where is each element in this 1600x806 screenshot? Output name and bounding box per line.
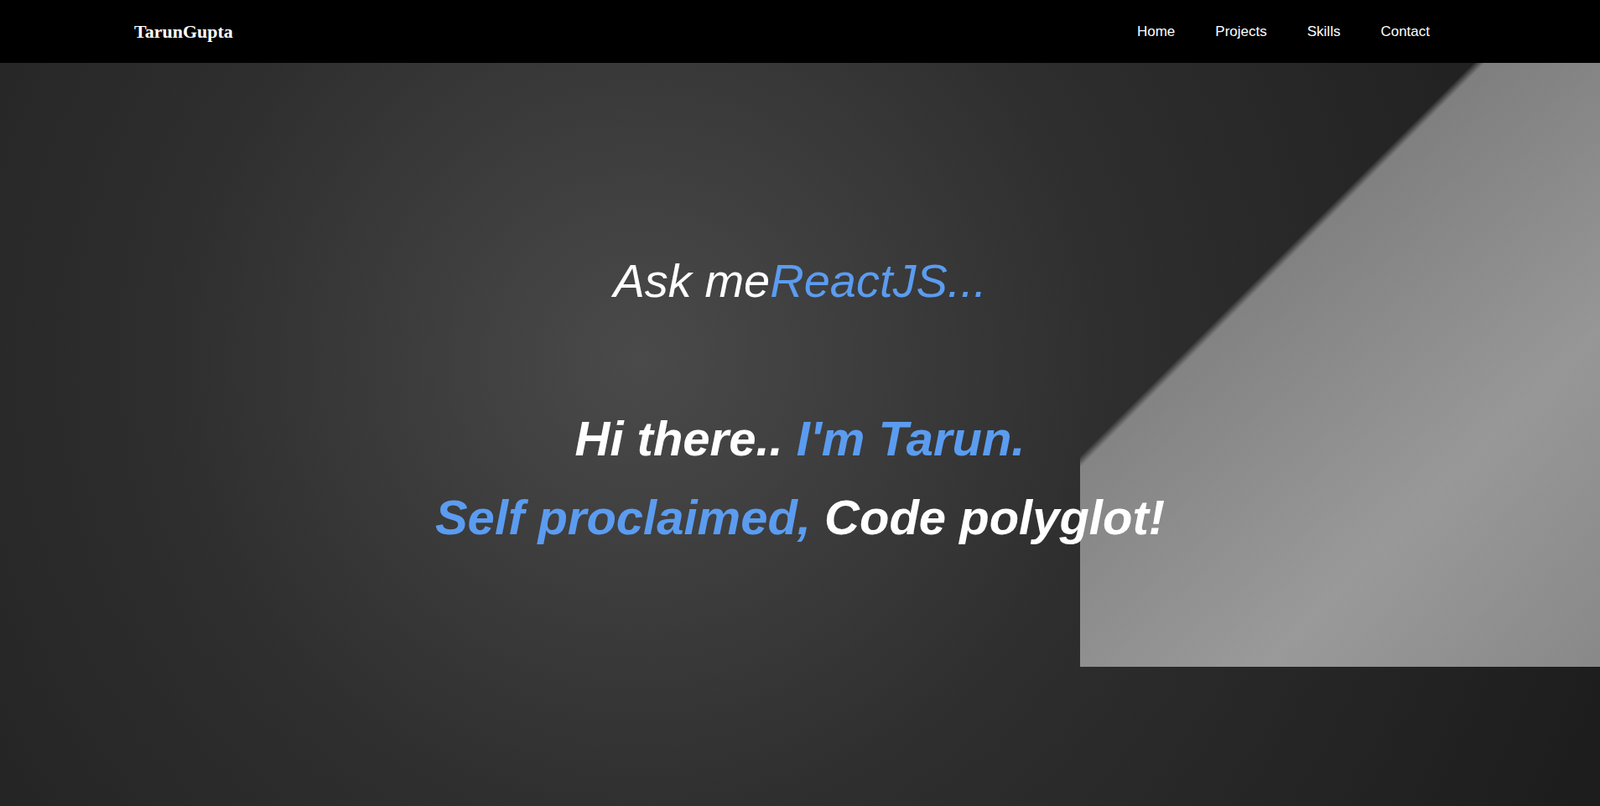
nav-link[interactable]: Skills [1307, 20, 1341, 43]
typing-text: Ask meReactJS... [612, 62, 987, 311]
typing-word: ReactJS... [769, 254, 987, 307]
navbar: TarunGupta Home Projects Skills Contact [0, 0, 1600, 63]
headline-segment: Code polyglot! [824, 489, 1165, 545]
nav-link[interactable]: Contact [1380, 20, 1430, 43]
hero-photo [1080, 62, 1600, 667]
hero-section: Ask meReactJS... Hi there.. I'm Tarun.Se… [0, 62, 1600, 806]
hero-headline: Hi there.. I'm Tarun.Self proclaimed, Co… [435, 399, 1165, 557]
headline-line: Self proclaimed, Code polyglot! [435, 477, 1165, 557]
nav-link[interactable]: Home [1137, 20, 1175, 43]
nav-links: Home Projects Skills Contact [1137, 20, 1430, 43]
headline-segment: I'm Tarun. [796, 410, 1026, 466]
typing-prefix: Ask me [612, 254, 770, 307]
headline-segment: Hi there.. [575, 410, 797, 466]
nav-link[interactable]: Projects [1215, 20, 1267, 43]
brand-logo[interactable]: TarunGupta [134, 17, 234, 46]
headline-segment: Self proclaimed, [435, 489, 825, 545]
headline-line: Hi there.. I'm Tarun. [575, 399, 1026, 478]
